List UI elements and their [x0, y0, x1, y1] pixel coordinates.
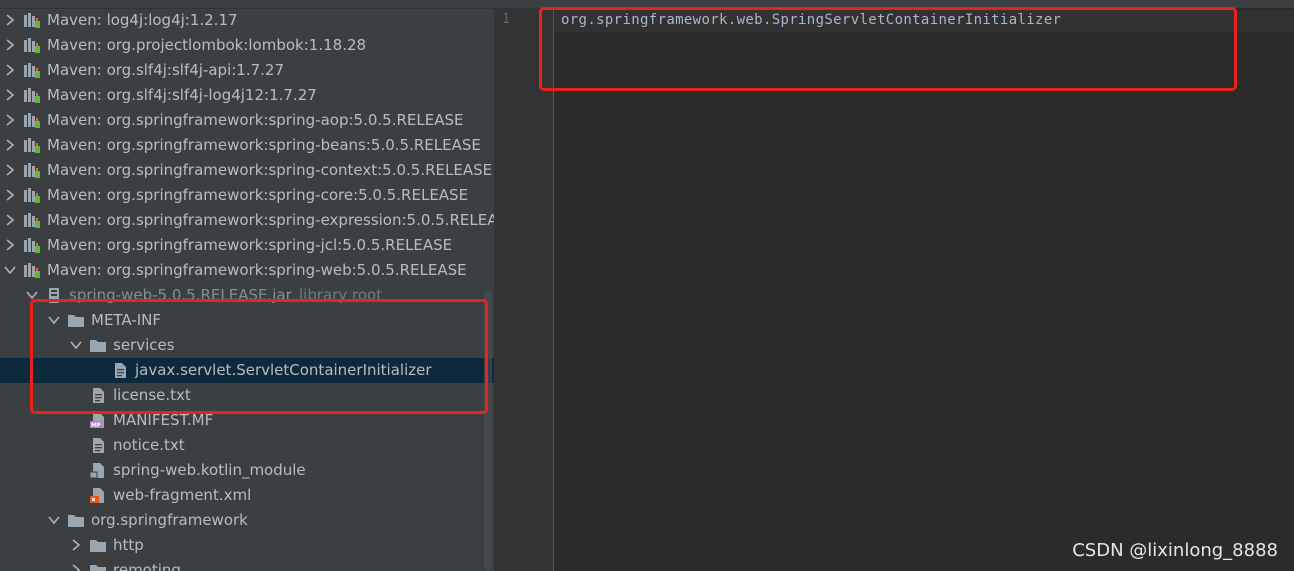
tree-row[interactable]: Maven: org.springframework:spring-expres… [0, 208, 494, 233]
tree-row[interactable]: Maven: org.springframework:spring-beans:… [0, 133, 494, 158]
tree-row[interactable]: Maven: org.springframework:spring-aop:5.… [0, 108, 494, 133]
maven-library-icon [23, 187, 41, 204]
tree-row[interactable]: org.springframework [0, 508, 494, 533]
chevron-right-icon[interactable] [4, 138, 16, 152]
line-number: 1 [502, 12, 510, 27]
maven-library-icon [23, 62, 41, 79]
chevron-right-icon[interactable] [4, 63, 16, 77]
chevron-right-icon[interactable] [4, 238, 16, 252]
annotation-box-editor [539, 7, 1237, 91]
tree-row-label: Maven: org.springframework:spring-core:5… [47, 186, 469, 204]
tree-row-label: web-fragment.xml [113, 486, 252, 504]
tree-row[interactable]: spring-web.kotlin_module [0, 458, 494, 483]
maven-library-icon [23, 12, 41, 29]
tree-row[interactable]: Maven: log4j:log4j:1.2.17 [0, 8, 494, 33]
chevron-right-icon[interactable] [4, 163, 16, 177]
folder-icon [89, 537, 107, 554]
chevron-right-icon[interactable] [4, 188, 16, 202]
tree-row-label: spring-web.kotlin_module [113, 461, 306, 479]
maven-library-icon [23, 212, 41, 229]
xml-file-icon [89, 487, 107, 504]
unknown-file-icon [89, 462, 107, 479]
tree-row[interactable]: Maven: org.springframework:spring-core:5… [0, 183, 494, 208]
tree-row-label: org.springframework [91, 511, 248, 529]
text-file-icon [89, 437, 107, 454]
maven-library-icon [23, 162, 41, 179]
tree-row[interactable]: http [0, 533, 494, 558]
svg-text:MF: MF [91, 422, 101, 429]
tree-row[interactable]: notice.txt [0, 433, 494, 458]
chevron-right-icon[interactable] [4, 88, 16, 102]
chevron-right-icon[interactable] [70, 538, 82, 552]
chevron-right-icon[interactable] [4, 13, 16, 27]
tree-row[interactable]: Maven: org.springframework:spring-web:5.… [0, 258, 494, 283]
tree-row-label: Maven: org.springframework:spring-contex… [47, 161, 493, 179]
chevron-right-icon[interactable] [70, 563, 82, 571]
chevron-right-icon[interactable] [4, 38, 16, 52]
maven-library-icon [23, 137, 41, 154]
chevron-down-icon[interactable] [48, 513, 60, 527]
tree-row[interactable]: web-fragment.xml [0, 483, 494, 508]
chevron-right-icon[interactable] [4, 113, 16, 127]
maven-library-icon [23, 112, 41, 129]
ide-window: Maven: log4j:log4j:1.2.17 Maven: org.proj… [0, 0, 1294, 571]
tree-row-label: Maven: org.springframework:spring-expres… [47, 211, 494, 229]
tree-row[interactable]: Maven: org.slf4j:slf4j-log4j12:1.7.27 [0, 83, 494, 108]
tree-row-label: Maven: log4j:log4j:1.2.17 [47, 11, 238, 29]
tree-row[interactable]: Maven: org.springframework:spring-contex… [0, 158, 494, 183]
chevron-right-icon[interactable] [4, 213, 16, 227]
tree-row-label: Maven: org.springframework:spring-web:5.… [47, 261, 467, 279]
tree-row[interactable]: Maven: org.projectlombok:lombok:1.18.28 [0, 33, 494, 58]
tree-row-label: http [113, 536, 144, 554]
maven-library-icon [23, 237, 41, 254]
watermark: CSDN @lixinlong_8888 [1072, 540, 1278, 561]
tree-row-label: notice.txt [113, 436, 185, 454]
tree-row-label: Maven: org.springframework:spring-jcl:5.… [47, 236, 453, 254]
tree-row[interactable]: Maven: org.slf4j:slf4j-api:1.7.27 [0, 58, 494, 83]
tree-row-label: Maven: org.projectlombok:lombok:1.18.28 [47, 36, 367, 54]
chevron-down-icon[interactable] [4, 263, 16, 277]
tree-row[interactable]: remoting [0, 558, 494, 571]
project-tree-panel: Maven: log4j:log4j:1.2.17 Maven: org.proj… [0, 0, 494, 571]
folder-icon [67, 512, 85, 529]
tree-row-label: remoting [113, 561, 181, 571]
tree-row-label: Maven: org.slf4j:slf4j-api:1.7.27 [47, 61, 284, 79]
tree-row[interactable]: Maven: org.springframework:spring-jcl:5.… [0, 233, 494, 258]
maven-library-icon [23, 37, 41, 54]
folder-icon [89, 562, 107, 571]
maven-library-icon [23, 87, 41, 104]
tree-row-label: Maven: org.slf4j:slf4j-log4j12:1.7.27 [47, 86, 317, 104]
manifest-file-icon: MF [89, 412, 107, 429]
annotation-box-meta-inf [30, 299, 488, 414]
tree-row-label: Maven: org.springframework:spring-aop:5.… [47, 111, 464, 129]
maven-library-icon [23, 262, 41, 279]
tree-row-label: Maven: org.springframework:spring-beans:… [47, 136, 481, 154]
